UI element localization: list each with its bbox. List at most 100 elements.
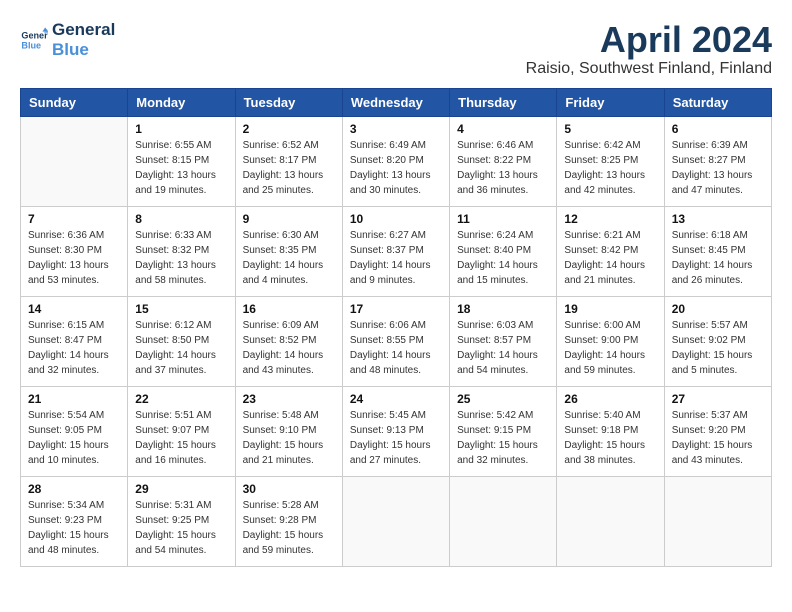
day-info: Sunrise: 6:55 AM Sunset: 8:15 PM Dayligh… (135, 138, 227, 198)
day-info: Sunrise: 6:06 AM Sunset: 8:55 PM Dayligh… (350, 318, 442, 378)
day-number: 7 (28, 212, 120, 226)
col-header-thursday: Thursday (450, 88, 557, 116)
day-info: Sunrise: 5:54 AM Sunset: 9:05 PM Dayligh… (28, 408, 120, 468)
day-info: Sunrise: 6:36 AM Sunset: 8:30 PM Dayligh… (28, 228, 120, 288)
day-info: Sunrise: 5:34 AM Sunset: 9:23 PM Dayligh… (28, 498, 120, 558)
day-number: 12 (564, 212, 656, 226)
day-number: 10 (350, 212, 442, 226)
calendar-cell: 25 Sunrise: 5:42 AM Sunset: 9:15 PM Dayli… (450, 386, 557, 476)
day-number: 20 (672, 302, 764, 316)
calendar-cell: 18Sunrise: 6:03 AM Sunset: 8:57 PM Dayli… (450, 296, 557, 386)
calendar-cell: 16 Sunrise: 6:09 AM Sunset: 8:52 PM Dayli… (235, 296, 342, 386)
day-info: Sunrise: 5:31 AM Sunset: 9:25 PM Dayligh… (135, 498, 227, 558)
day-info: Sunrise: 5:51 AM Sunset: 9:07 PM Dayligh… (135, 408, 227, 468)
calendar-cell: 15 Sunrise: 6:12 AM Sunset: 8:50 PM Dayli… (128, 296, 235, 386)
calendar-cell: 28 Sunrise: 5:34 AM Sunset: 9:23 PM Dayli… (21, 476, 128, 566)
calendar-cell: 22 Sunrise: 5:51 AM Sunset: 9:07 PM Dayli… (128, 386, 235, 476)
day-info: Sunrise: 6:30 AM Sunset: 8:35 PM Dayligh… (243, 228, 335, 288)
calendar-cell: 19Sunrise: 6:00 AM Sunset: 9:00 PM Dayli… (557, 296, 664, 386)
calendar-cell: 1 Sunrise: 6:55 AM Sunset: 8:15 PM Daylig… (128, 116, 235, 206)
calendar-cell: 11Sunrise: 6:24 AM Sunset: 8:40 PM Dayli… (450, 206, 557, 296)
day-info: Sunrise: 5:48 AM Sunset: 9:10 PM Dayligh… (243, 408, 335, 468)
calendar-cell (342, 476, 449, 566)
day-info: Sunrise: 6:24 AM Sunset: 8:40 PM Dayligh… (457, 228, 549, 288)
day-number: 18 (457, 302, 549, 316)
day-number: 3 (350, 122, 442, 136)
day-info: Sunrise: 6:46 AM Sunset: 8:22 PM Dayligh… (457, 138, 549, 198)
week-row-4: 21 Sunrise: 5:54 AM Sunset: 9:05 PM Dayli… (21, 386, 772, 476)
col-header-friday: Friday (557, 88, 664, 116)
day-number: 4 (457, 122, 549, 136)
logo: General Blue General Blue (20, 20, 115, 61)
day-number: 8 (135, 212, 227, 226)
day-info: Sunrise: 5:28 AM Sunset: 9:28 PM Dayligh… (243, 498, 335, 558)
calendar-cell: 13 Sunrise: 6:18 AM Sunset: 8:45 PM Dayli… (664, 206, 771, 296)
calendar-cell: 30 Sunrise: 5:28 AM Sunset: 9:28 PM Dayli… (235, 476, 342, 566)
day-number: 14 (28, 302, 120, 316)
calendar-cell: 24Sunrise: 5:45 AM Sunset: 9:13 PM Dayli… (342, 386, 449, 476)
calendar-cell: 21 Sunrise: 5:54 AM Sunset: 9:05 PM Dayli… (21, 386, 128, 476)
col-header-monday: Monday (128, 88, 235, 116)
day-number: 26 (564, 392, 656, 406)
calendar-cell: 6Sunrise: 6:39 AM Sunset: 8:27 PM Daylig… (664, 116, 771, 206)
day-number: 5 (564, 122, 656, 136)
calendar-cell: 23 Sunrise: 5:48 AM Sunset: 9:10 PM Dayli… (235, 386, 342, 476)
week-row-3: 14 Sunrise: 6:15 AM Sunset: 8:47 PM Dayli… (21, 296, 772, 386)
svg-text:General: General (21, 31, 48, 41)
day-number: 28 (28, 482, 120, 496)
day-number: 1 (135, 122, 227, 136)
day-number: 15 (135, 302, 227, 316)
day-number: 16 (243, 302, 335, 316)
day-number: 22 (135, 392, 227, 406)
col-header-sunday: Sunday (21, 88, 128, 116)
day-info: Sunrise: 5:40 AM Sunset: 9:18 PM Dayligh… (564, 408, 656, 468)
logo-line2: Blue (52, 40, 115, 60)
calendar-cell: 3Sunrise: 6:49 AM Sunset: 8:20 PM Daylig… (342, 116, 449, 206)
page-header: General Blue General Blue April 2024 Rai… (20, 20, 772, 78)
calendar-cell: 17 Sunrise: 6:06 AM Sunset: 8:55 PM Dayli… (342, 296, 449, 386)
svg-text:Blue: Blue (21, 41, 41, 51)
day-info: Sunrise: 6:27 AM Sunset: 8:37 PM Dayligh… (350, 228, 442, 288)
calendar-cell (450, 476, 557, 566)
day-info: Sunrise: 6:12 AM Sunset: 8:50 PM Dayligh… (135, 318, 227, 378)
calendar-cell: 14 Sunrise: 6:15 AM Sunset: 8:47 PM Dayli… (21, 296, 128, 386)
calendar-cell: 26 Sunrise: 5:40 AM Sunset: 9:18 PM Dayli… (557, 386, 664, 476)
day-info: Sunrise: 6:39 AM Sunset: 8:27 PM Dayligh… (672, 138, 764, 198)
logo-line1: General (52, 20, 115, 40)
col-header-tuesday: Tuesday (235, 88, 342, 116)
location: Raisio, Southwest Finland, Finland (526, 60, 772, 78)
day-info: Sunrise: 5:37 AM Sunset: 9:20 PM Dayligh… (672, 408, 764, 468)
day-info: Sunrise: 6:09 AM Sunset: 8:52 PM Dayligh… (243, 318, 335, 378)
day-number: 17 (350, 302, 442, 316)
day-info: Sunrise: 6:15 AM Sunset: 8:47 PM Dayligh… (28, 318, 120, 378)
calendar-cell: 27 Sunrise: 5:37 AM Sunset: 9:20 PM Dayli… (664, 386, 771, 476)
calendar-cell: 5 Sunrise: 6:42 AM Sunset: 8:25 PM Daylig… (557, 116, 664, 206)
day-info: Sunrise: 6:52 AM Sunset: 8:17 PM Dayligh… (243, 138, 335, 198)
col-header-wednesday: Wednesday (342, 88, 449, 116)
day-info: Sunrise: 6:18 AM Sunset: 8:45 PM Dayligh… (672, 228, 764, 288)
day-info: Sunrise: 5:42 AM Sunset: 9:15 PM Dayligh… (457, 408, 549, 468)
day-number: 30 (243, 482, 335, 496)
title-block: April 2024 Raisio, Southwest Finland, Fi… (526, 20, 772, 78)
calendar-cell: 8Sunrise: 6:33 AM Sunset: 8:32 PM Daylig… (128, 206, 235, 296)
day-number: 21 (28, 392, 120, 406)
calendar-cell: 20 Sunrise: 5:57 AM Sunset: 9:02 PM Dayli… (664, 296, 771, 386)
calendar-cell: 10 Sunrise: 6:27 AM Sunset: 8:37 PM Dayli… (342, 206, 449, 296)
calendar-cell (21, 116, 128, 206)
day-info: Sunrise: 6:21 AM Sunset: 8:42 PM Dayligh… (564, 228, 656, 288)
calendar-cell: 9 Sunrise: 6:30 AM Sunset: 8:35 PM Daylig… (235, 206, 342, 296)
col-header-saturday: Saturday (664, 88, 771, 116)
day-number: 13 (672, 212, 764, 226)
day-info: Sunrise: 5:45 AM Sunset: 9:13 PM Dayligh… (350, 408, 442, 468)
calendar-cell (557, 476, 664, 566)
day-info: Sunrise: 6:42 AM Sunset: 8:25 PM Dayligh… (564, 138, 656, 198)
day-number: 9 (243, 212, 335, 226)
day-number: 23 (243, 392, 335, 406)
day-number: 29 (135, 482, 227, 496)
day-number: 25 (457, 392, 549, 406)
calendar-header-row: SundayMondayTuesdayWednesdayThursdayFrid… (21, 88, 772, 116)
day-number: 27 (672, 392, 764, 406)
week-row-1: 1 Sunrise: 6:55 AM Sunset: 8:15 PM Daylig… (21, 116, 772, 206)
day-number: 19 (564, 302, 656, 316)
day-info: Sunrise: 5:57 AM Sunset: 9:02 PM Dayligh… (672, 318, 764, 378)
